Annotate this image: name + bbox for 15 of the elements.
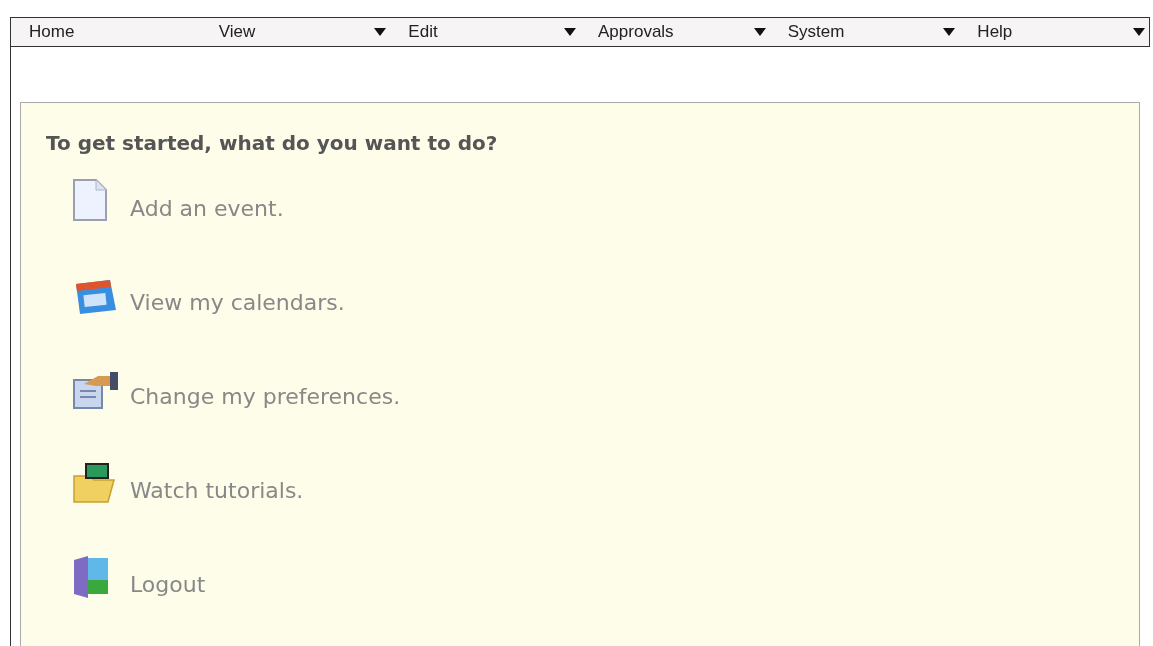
panel-heading: To get started, what do you want to do? <box>46 130 499 157</box>
menu-item[interactable]: Edit <box>390 18 580 46</box>
menu-item[interactable]: Approvals <box>580 18 770 46</box>
door-icon <box>72 554 110 598</box>
form-with-hand-icon <box>72 370 120 410</box>
blank-page-icon <box>72 178 108 222</box>
menu-item[interactable]: System <box>769 18 960 46</box>
caret-down-icon <box>374 28 387 36</box>
menu-item[interactable]: Home <box>11 18 201 46</box>
menu-item[interactable]: View <box>200 18 391 46</box>
caret-down-icon <box>753 28 766 36</box>
menu-item[interactable]: Help <box>959 18 1150 46</box>
caret-down-icon <box>943 28 956 36</box>
caret-down-icon <box>1133 28 1146 36</box>
caret-down-icon <box>564 28 576 36</box>
